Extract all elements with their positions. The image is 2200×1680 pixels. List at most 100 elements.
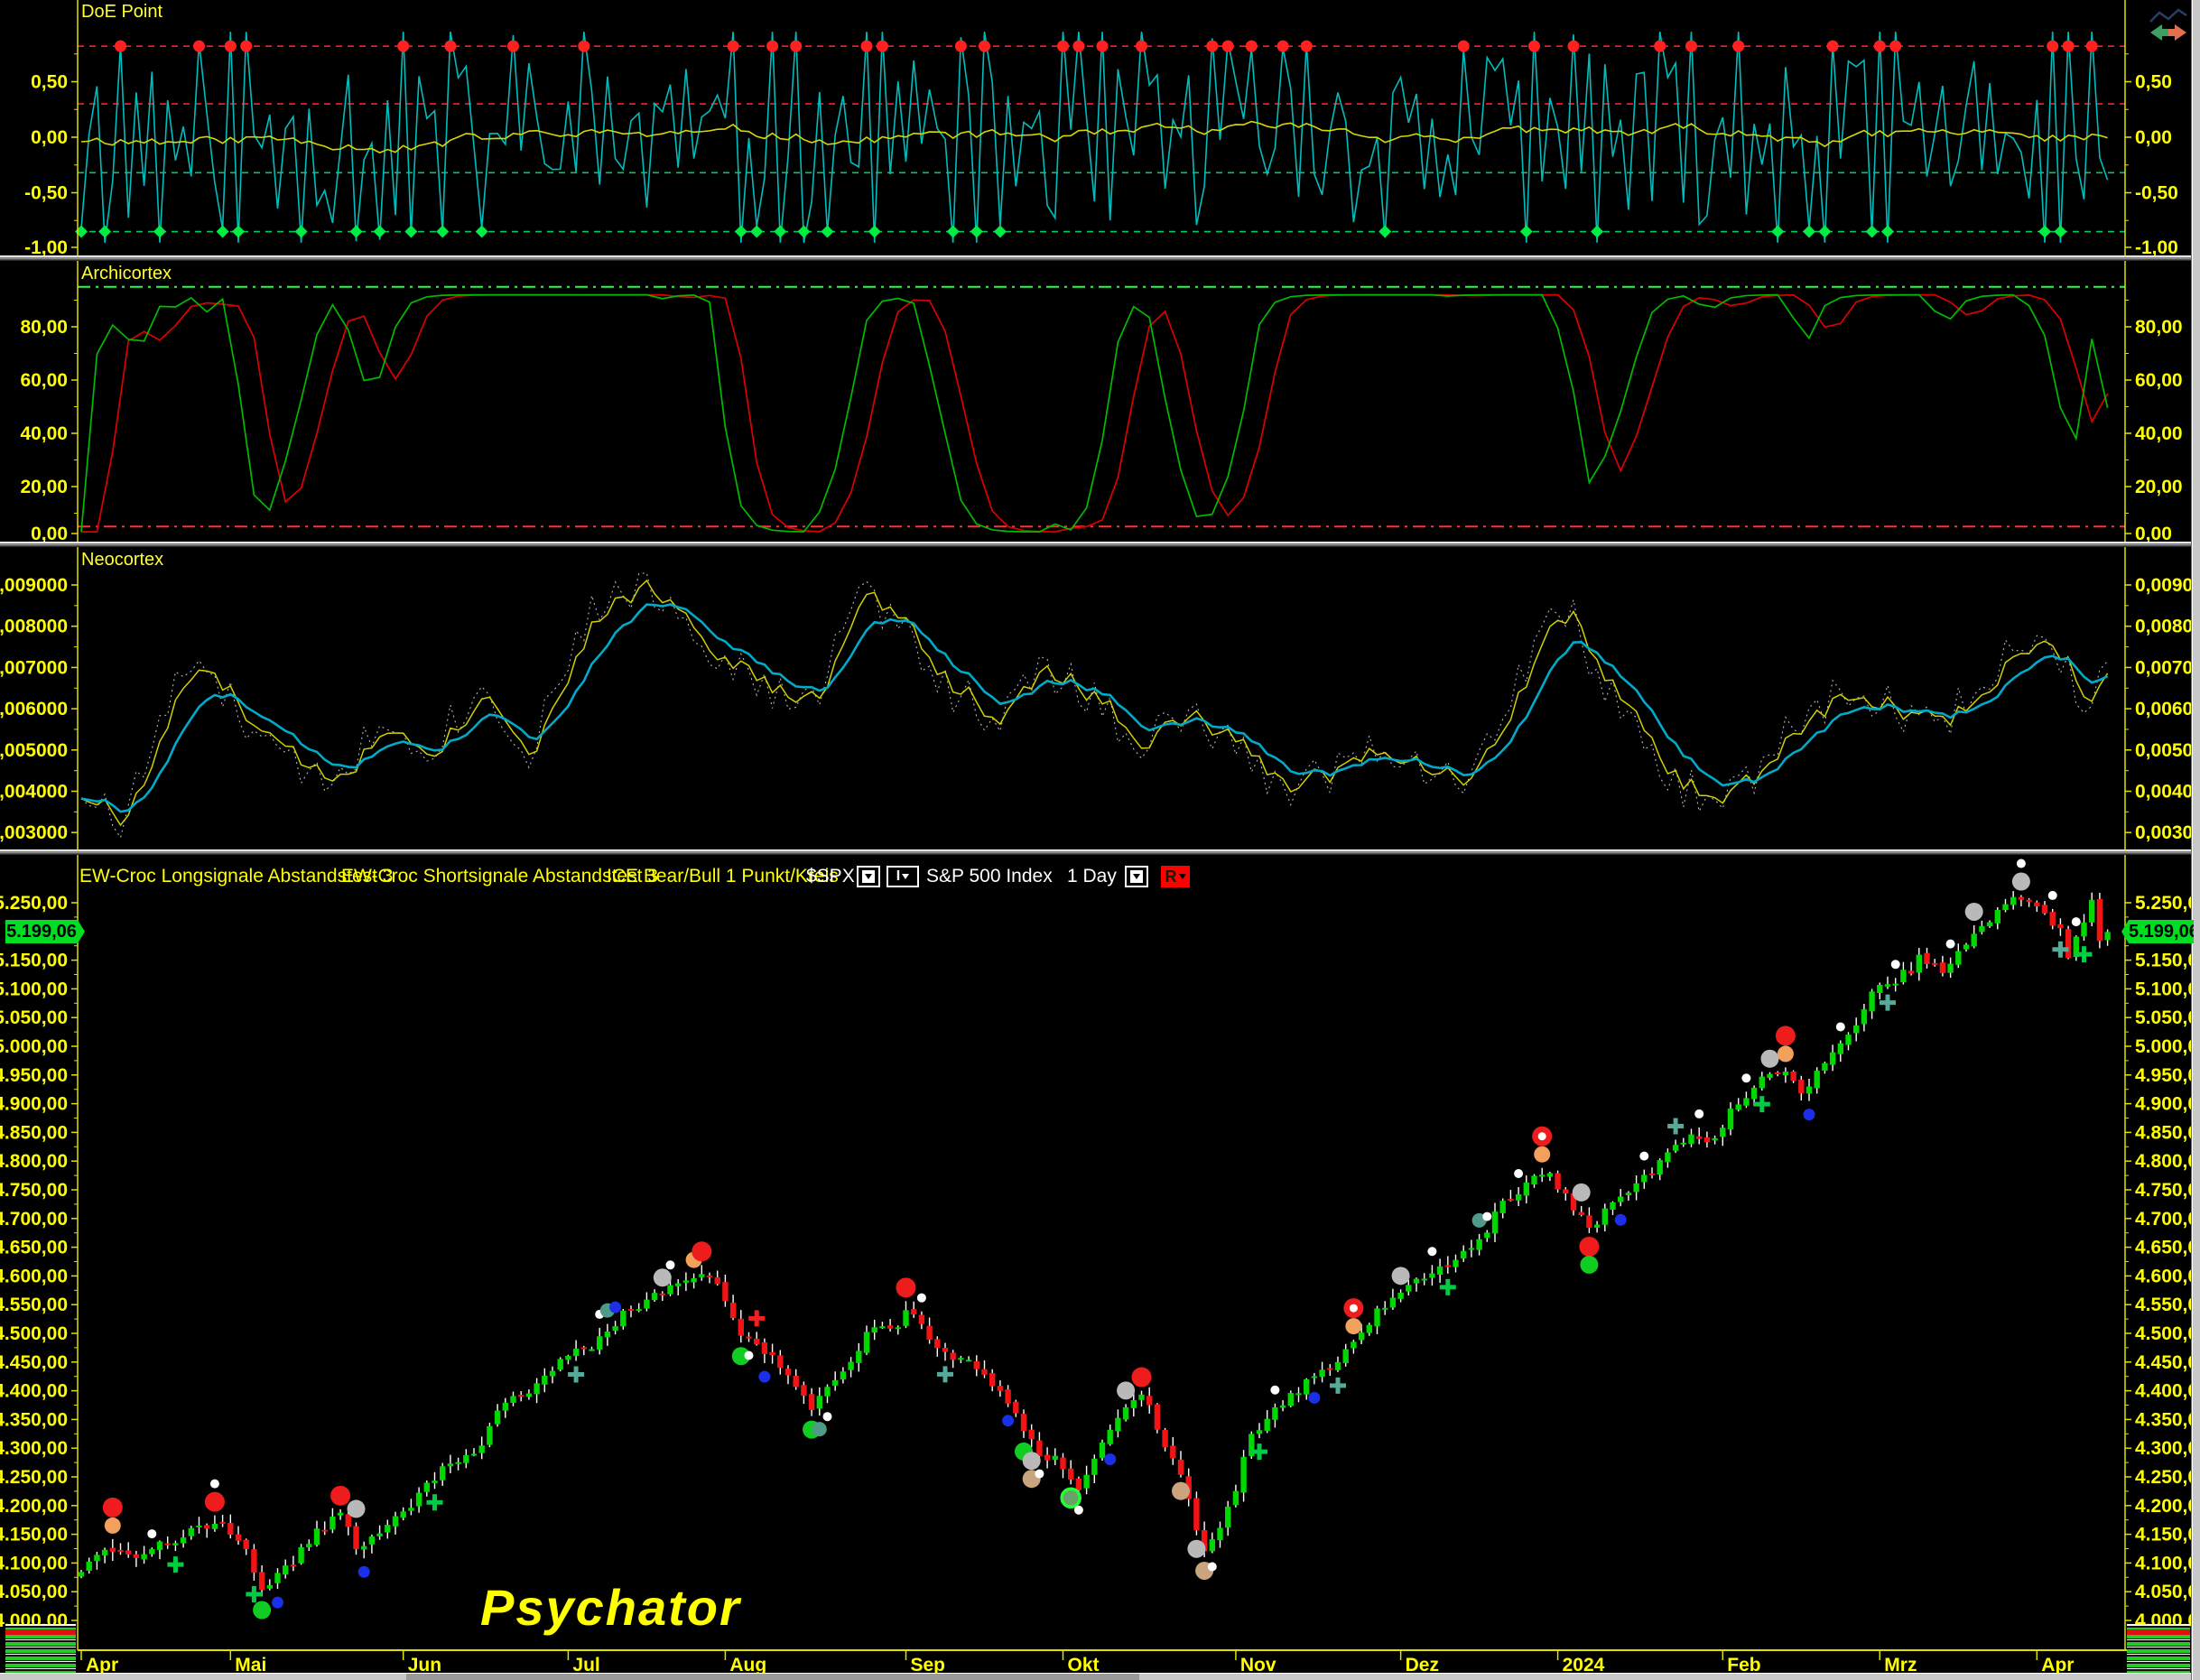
tan-circle: [1172, 1482, 1190, 1500]
gray-circle: [1761, 1050, 1779, 1068]
svg-text:4.100,00: 4.100,00: [0, 1553, 68, 1573]
archicortex-panel-graphics: 80,0080,0060,0060,0040,0040,0020,0020,00…: [20, 261, 2182, 544]
svg-text:4.950,00: 4.950,00: [0, 1065, 68, 1086]
symbol-dropdown-button[interactable]: [857, 866, 880, 887]
red-circle: [1132, 1368, 1152, 1388]
svg-text:-0,50: -0,50: [24, 183, 68, 204]
svg-text:4.050,00: 4.050,00: [0, 1582, 68, 1602]
white-dot: [823, 1412, 832, 1421]
white-dot: [745, 1351, 754, 1360]
blue-dot: [358, 1566, 370, 1578]
svg-text:4.900,00: 4.900,00: [0, 1094, 68, 1115]
svg-text:4.700,00: 4.700,00: [0, 1209, 68, 1230]
red-circle: [205, 1492, 225, 1512]
svg-text:5.150,00: 5.150,00: [0, 951, 68, 971]
teal-circle: [812, 1422, 827, 1436]
period-dropdown-button[interactable]: [1125, 866, 1148, 887]
last-price-badge-left: 5.199,06: [5, 920, 85, 943]
symbol-label[interactable]: $SPX: [806, 863, 855, 890]
indicator-label-ice[interactable]: ICE Bear/Bull 1 Punkt/Kreis: [607, 863, 839, 890]
neocortex-panel-title: Neocortex: [81, 550, 163, 571]
white-dot: [1482, 1212, 1491, 1221]
gray-circle: [1023, 1452, 1041, 1470]
svg-text:4.850,00: 4.850,00: [0, 1122, 68, 1143]
svg-text:4.800,00: 4.800,00: [0, 1151, 68, 1172]
svg-text:20,00: 20,00: [20, 477, 68, 497]
svg-text:5.050,00: 5.050,00: [0, 1007, 68, 1028]
white-dot: [1074, 1506, 1083, 1515]
panel-divider[interactable]: [0, 255, 2200, 261]
svg-text:-0,50: -0,50: [2135, 183, 2178, 204]
blue-dot: [1002, 1415, 1014, 1426]
white-dot: [1427, 1247, 1436, 1256]
orange-circle: [1778, 1045, 1794, 1062]
white-dot: [1836, 1022, 1845, 1031]
svg-text:0,003000: 0,003000: [0, 822, 68, 843]
svg-text:4.550,00: 4.550,00: [0, 1295, 68, 1315]
stacked-axis-badges-right: [2127, 1624, 2190, 1674]
orange-circle: [105, 1518, 121, 1534]
realtime-button-label: R: [1165, 868, 1177, 886]
white-dot: [1208, 1563, 1217, 1572]
interval-dropdown-button[interactable]: I: [886, 866, 919, 887]
instrument-label[interactable]: S&P 500 Index: [926, 863, 1053, 890]
dropdown-chip: [1130, 870, 1143, 883]
period-label[interactable]: 1 Day: [1067, 863, 1117, 890]
blue-dot: [758, 1371, 770, 1383]
charts-canvas[interactable]: 0,500,500,000,00-0,50-0,50-1,00-1,0080,0…: [0, 0, 2200, 1680]
orange-circle: [1534, 1146, 1550, 1163]
teal-plus: [1667, 1118, 1684, 1134]
dropdown-chip: [862, 870, 875, 883]
gray-circle: [2012, 873, 2030, 891]
green-circle: [253, 1601, 271, 1620]
svg-text:5.000,00: 5.000,00: [0, 1036, 68, 1057]
red-circle: [896, 1277, 916, 1297]
svg-text:60,00: 60,00: [2135, 370, 2183, 391]
horizontal-scrollbar[interactable]: [0, 1673, 2200, 1680]
realtime-button[interactable]: R: [1161, 866, 1190, 887]
svg-text:40,00: 40,00: [2135, 423, 2183, 444]
white-dot: [1741, 1073, 1750, 1082]
green-plus: [167, 1556, 183, 1573]
red-circle: [692, 1241, 711, 1261]
last-price-badge-right: 5.199,06: [2121, 920, 2194, 943]
red-circle: [103, 1498, 123, 1518]
red-plus: [748, 1310, 765, 1326]
svg-text:0,009000: 0,009000: [0, 575, 68, 596]
right-window-edge: [2191, 0, 2200, 1680]
svg-text:0,007000: 0,007000: [0, 657, 68, 678]
svg-text:4.600,00: 4.600,00: [0, 1266, 68, 1286]
red-circle: [1579, 1237, 1599, 1257]
svg-text:20,00: 20,00: [2135, 477, 2183, 497]
red-circle: [330, 1486, 350, 1506]
svg-text:4.750,00: 4.750,00: [0, 1180, 68, 1201]
chevron-down-icon: [865, 874, 872, 879]
svg-text:0,00: 0,00: [31, 127, 68, 148]
teal-plus: [937, 1366, 953, 1382]
blue-dot: [1615, 1214, 1627, 1226]
panel-divider[interactable]: [0, 542, 2200, 547]
gray-circle: [654, 1268, 672, 1286]
green-ring: [1062, 1489, 1080, 1507]
chevron-down-icon: [902, 874, 909, 879]
white-dot: [1514, 1169, 1523, 1178]
svg-text:0,50: 0,50: [31, 72, 68, 93]
doe-panel-graphics: 0,500,500,000,00-0,50-0,50-1,00-1,00: [24, 0, 2178, 258]
white-dot: [2048, 891, 2057, 900]
archicortex-panel-title: Archicortex: [81, 264, 172, 284]
scrollbar-thumb[interactable]: [406, 1674, 1139, 1680]
teal-plus: [568, 1366, 584, 1382]
gray-circle: [1117, 1381, 1135, 1399]
doe-panel-title: DoE Point: [81, 2, 162, 23]
white-dot: [210, 1480, 219, 1489]
blue-dot: [1308, 1392, 1320, 1404]
trend-arrows-icon[interactable]: [2147, 7, 2190, 47]
gray-circle: [1187, 1540, 1205, 1558]
svg-text:4.350,00: 4.350,00: [0, 1409, 68, 1430]
blue-dot: [1104, 1453, 1116, 1465]
teal-plus: [1880, 995, 1896, 1011]
white-dot: [666, 1260, 675, 1269]
panel-divider[interactable]: [0, 849, 2200, 855]
svg-text:5.100,00: 5.100,00: [0, 979, 68, 999]
gray-circle: [1573, 1183, 1591, 1202]
